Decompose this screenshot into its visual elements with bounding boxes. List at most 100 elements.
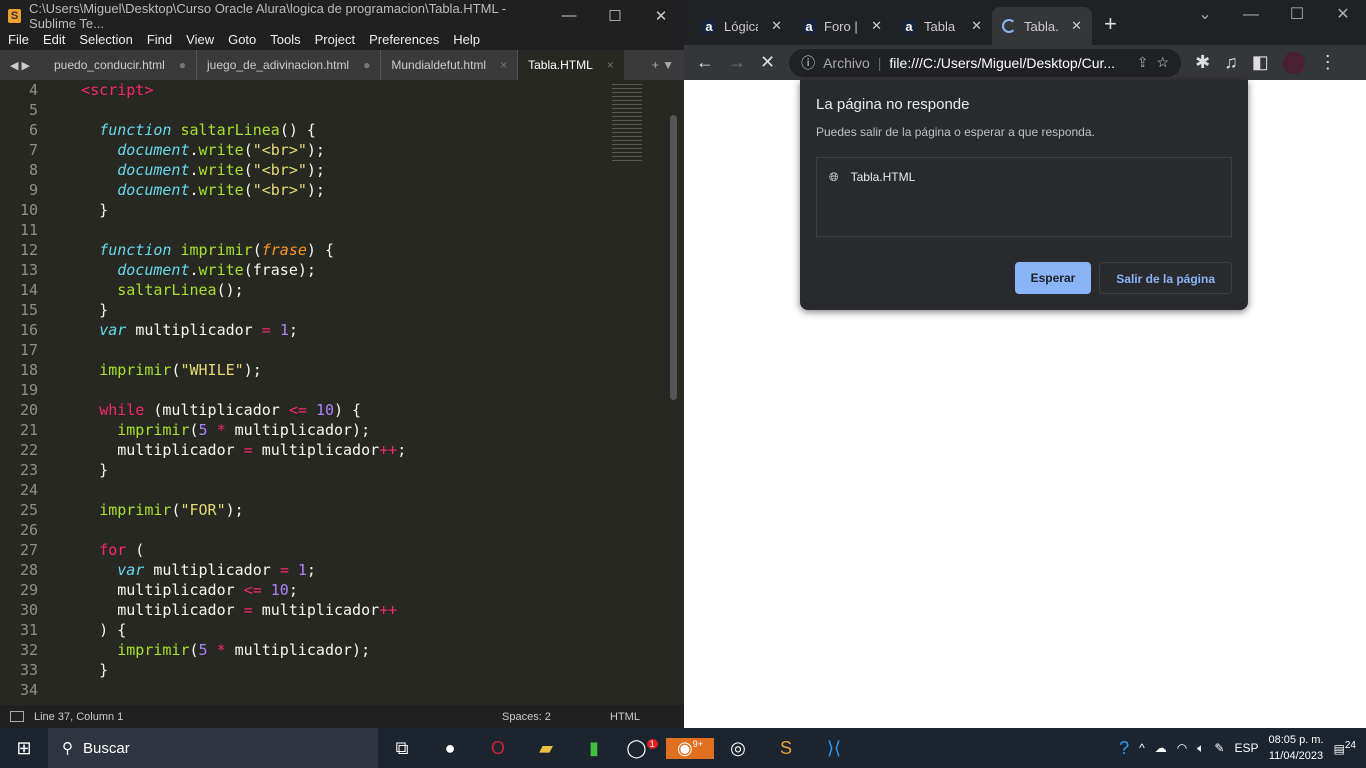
close-button[interactable]: ✕ <box>1320 0 1366 30</box>
extensions-icon[interactable]: ✱ <box>1195 52 1210 73</box>
minimize-button[interactable]: — <box>1228 0 1274 30</box>
show-hidden-icons-icon[interactable]: ^ <box>1139 741 1145 755</box>
tab-mundialdefut[interactable]: Mundialdefut.html × <box>381 50 519 80</box>
leave-page-button[interactable]: Salir de la página <box>1099 262 1232 294</box>
line-number: 32 <box>19 641 38 659</box>
tab-close-icon[interactable]: ✕ <box>771 18 782 34</box>
tab-nav-arrows-icon[interactable]: ◀ ▶ <box>0 59 44 72</box>
code-token: } <box>45 661 109 679</box>
side-panel-icon[interactable]: ◧ <box>1252 52 1269 73</box>
close-button[interactable]: ✕ <box>638 7 684 25</box>
opera-icon[interactable]: O <box>474 738 522 759</box>
menu-project[interactable]: Project <box>315 32 355 50</box>
menu-selection[interactable]: Selection <box>79 32 132 50</box>
chrome-icon[interactable]: ◎ <box>714 738 762 759</box>
tab-tabla-html[interactable]: Tabla.HTML × <box>518 50 624 80</box>
menu-find[interactable]: Find <box>147 32 172 50</box>
code-token: for <box>99 541 127 559</box>
code-token: multiplicador <box>252 601 380 619</box>
tab-close-icon[interactable]: × <box>500 58 507 72</box>
code-line: 4 <script> <box>0 80 684 100</box>
date: 11/04/2023 <box>1268 750 1324 762</box>
menu-edit[interactable]: Edit <box>43 32 65 50</box>
discord-icon[interactable]: ◉9+ <box>666 737 714 759</box>
tab-puedo-conducir[interactable]: puedo_conducir.html ● <box>44 50 197 80</box>
bookmark-star-icon[interactable]: ☆ <box>1157 54 1170 71</box>
menu-file[interactable]: File <box>8 32 29 50</box>
editor-scrollbar[interactable] <box>670 115 677 400</box>
help-icon[interactable]: ? <box>1119 738 1129 759</box>
syntax-setting[interactable]: HTML <box>610 711 640 723</box>
chrome-tab-tabla[interactable]: a Tabla d ✕ <box>892 7 992 45</box>
code-token: multiplicador <box>135 321 262 339</box>
notifications-icon[interactable]: ▤24 <box>1334 740 1356 756</box>
maximize-button[interactable]: ☐ <box>592 7 638 25</box>
menu-preferences[interactable]: Preferences <box>369 32 439 50</box>
minimize-button[interactable]: — <box>546 7 592 25</box>
menu-view[interactable]: View <box>186 32 214 50</box>
menu-goto[interactable]: Goto <box>228 32 256 50</box>
task-view-icon[interactable]: ⧉ <box>378 738 426 759</box>
tab-close-icon[interactable]: ✕ <box>871 18 882 34</box>
code-token: } <box>45 461 109 479</box>
menu-tools[interactable]: Tools <box>270 32 300 50</box>
chrome-tab-tabla-html[interactable]: Tabla.H ✕ <box>992 7 1092 45</box>
whatsapp-icon[interactable]: ◯ 1 <box>618 738 666 759</box>
line-number: 17 <box>19 341 38 359</box>
cloud-icon[interactable]: ☁ <box>1155 741 1167 755</box>
unsaved-dot-icon[interactable]: ● <box>179 58 186 72</box>
code-line: 27 for ( <box>0 540 684 560</box>
language-indicator[interactable]: ESP <box>1234 741 1258 755</box>
file-explorer-icon[interactable]: ▰ <box>522 738 570 759</box>
profile-avatar[interactable] <box>1282 51 1305 74</box>
tab-label: Foro | A <box>824 18 858 34</box>
forward-icon[interactable]: → <box>728 52 746 73</box>
indentation-setting[interactable]: Spaces: 2 <box>502 711 551 723</box>
minimap[interactable] <box>612 84 642 164</box>
wait-button[interactable]: Esperar <box>1014 262 1092 294</box>
share-icon[interactable]: ⇪ <box>1137 54 1149 71</box>
maximize-button[interactable]: ☐ <box>1274 0 1320 30</box>
tab-close-icon[interactable]: ✕ <box>1071 18 1082 34</box>
code-line: 8 document.write("<br>"); <box>0 160 684 180</box>
cursor-position: Line 37, Column 1 <box>34 710 124 723</box>
back-icon[interactable]: ← <box>696 52 714 73</box>
code-token: ); <box>306 181 325 199</box>
spreadsheet-app-icon[interactable]: ▮ <box>570 738 618 759</box>
pen-icon[interactable]: ✎ <box>1214 741 1224 755</box>
code-editor[interactable]: 4 <script> 5 6 function saltarLinea() {7 d… <box>0 80 684 705</box>
tab-close-icon[interactable]: ✕ <box>971 18 982 34</box>
windows-start-icon[interactable]: ⊞ <box>0 738 48 759</box>
code-token: . <box>189 141 199 159</box>
vscode-icon[interactable]: ⟩⟨ <box>810 738 858 759</box>
volume-icon[interactable]: 🔈︎ <box>1197 741 1204 756</box>
stop-loading-icon[interactable]: ✕ <box>760 52 775 73</box>
sublime-text-icon[interactable]: S <box>762 738 810 759</box>
chrome-tab-foro[interactable]: a Foro | A ✕ <box>792 7 892 45</box>
url-text[interactable]: file:///C:/Users/Miguel/Desktop/Cur... <box>889 55 1115 71</box>
info-icon[interactable]: ⓘ <box>801 53 815 73</box>
tab-juego-de-adivinacion[interactable]: juego_de_adivinacion.html ● <box>197 50 382 80</box>
tab-search-icon[interactable]: ⌄ <box>1182 0 1228 30</box>
tab-close-icon[interactable]: × <box>607 58 614 72</box>
address-bar[interactable]: ⓘ Archivo | file:///C:/Users/Miguel/Desk… <box>789 48 1182 77</box>
panel-toggle-icon[interactable] <box>10 711 24 722</box>
app-icon[interactable]: ● <box>426 738 474 759</box>
code-line: 33 } <box>0 660 684 680</box>
tab-label: puedo_conducir.html <box>54 58 165 72</box>
menu-help[interactable]: Help <box>453 32 480 50</box>
new-tab-button[interactable]: + <box>1092 11 1129 45</box>
clock[interactable]: 08:05 p. m. 11/04/2023 <box>1268 732 1323 764</box>
menu-kebab-icon[interactable]: ⋮ <box>1319 52 1337 73</box>
new-tab-dropdown-icon[interactable]: + ▼ <box>652 58 684 72</box>
network-icon[interactable]: ◠ <box>1177 741 1187 755</box>
chrome-tab-logica[interactable]: a Lógica ✕ <box>692 7 792 45</box>
code-token: multiplicador); <box>225 641 371 659</box>
unsaved-dot-icon[interactable]: ● <box>363 58 370 72</box>
media-control-icon[interactable]: ♫ <box>1224 52 1238 73</box>
line-number: 7 <box>28 141 38 159</box>
code-token: = <box>243 441 253 459</box>
taskbar-search[interactable]: ⚲ Buscar <box>48 728 378 768</box>
